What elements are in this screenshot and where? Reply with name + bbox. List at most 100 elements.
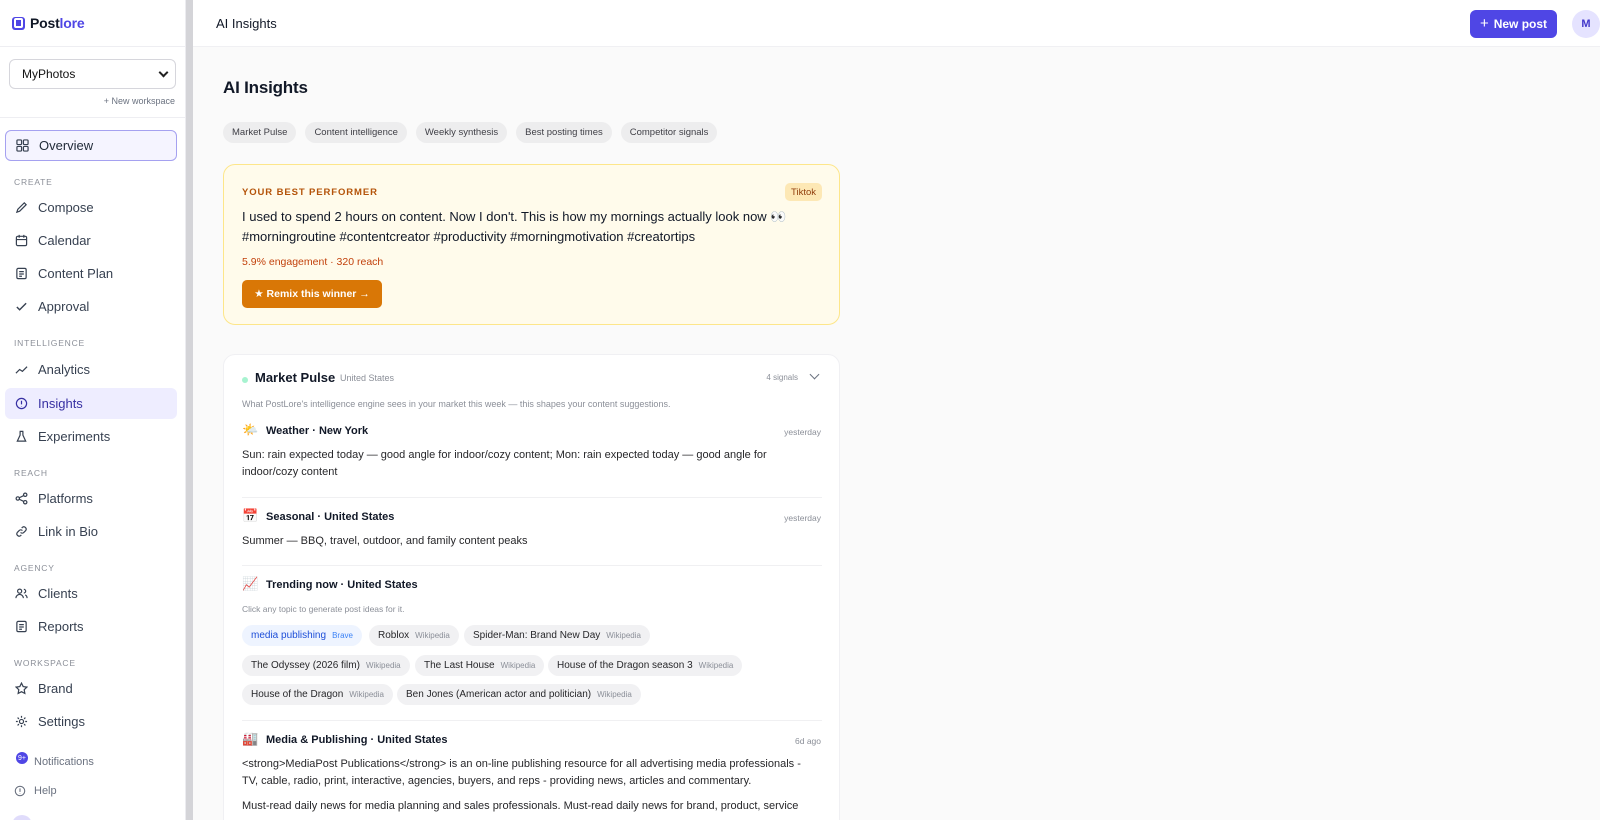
topic-chip[interactable]: House of the Dragon Wikipedia <box>242 684 393 705</box>
weather-icon: 🌤️ <box>242 423 259 438</box>
signal-trending-heading: 📈 Trending now · United States <box>242 577 418 593</box>
platform-badge: Tiktok <box>785 183 822 201</box>
nav-section-reach: REACH <box>14 468 48 478</box>
sidebar-item-label: Insights <box>38 396 83 411</box>
new-post-button[interactable]: + New post <box>1470 10 1557 38</box>
divider <box>242 565 822 566</box>
sidebar-item-label: Experiments <box>38 429 111 444</box>
sidebar-scrollbar[interactable] <box>186 0 193 820</box>
nav-section-workspace: WORKSPACE <box>14 658 76 668</box>
flask-icon <box>16 430 27 442</box>
insight-tabs: Market Pulse Content intelligence Weekly… <box>223 122 718 143</box>
market-pulse-description: What PostLore's intelligence engine sees… <box>242 399 671 409</box>
sidebar: Postlore MyPhotos + New workspace Overvi… <box>0 0 186 820</box>
brand-logo[interactable]: Postlore <box>0 0 185 47</box>
sidebar-item-label: Compose <box>38 200 94 215</box>
market-pulse-region: United States <box>340 373 395 383</box>
sidebar-item-compose[interactable]: Compose <box>5 192 177 223</box>
best-performer-text: I used to spend 2 hours on content. Now … <box>242 209 787 244</box>
market-pulse-card: Market Pulse United States 4 signals Wha… <box>223 354 840 820</box>
share-icon <box>15 492 28 505</box>
sidebar-item-label: Clients <box>38 586 78 601</box>
chevron-down-icon <box>158 67 169 77</box>
topic-chip[interactable]: Roblox Wikipedia <box>369 625 459 646</box>
tab-weekly-synthesis[interactable]: Weekly synthesis <box>415 122 508 143</box>
topic-chip[interactable]: media publishing Brave <box>242 625 362 646</box>
gear-icon <box>15 715 28 728</box>
sidebar-item-calendar[interactable]: Calendar <box>5 225 177 256</box>
help-link[interactable]: Help <box>14 785 57 797</box>
sidebar-item-label: Reports <box>38 619 84 634</box>
users-icon <box>15 588 28 599</box>
plus-icon: + <box>1479 15 1489 32</box>
tab-market-pulse[interactable]: Market Pulse <box>223 122 297 143</box>
divider <box>242 497 822 498</box>
status-dot <box>242 377 248 383</box>
new-post-label: New post <box>1493 17 1548 31</box>
topic-chip[interactable]: Spider-Man: Brand New Day Wikipedia <box>464 625 650 646</box>
grid-icon <box>16 139 29 152</box>
sidebar-item-label: Overview <box>39 138 94 153</box>
sidebar-item-label: Content Plan <box>38 266 114 281</box>
signal-title: Media & Publishing · United States <box>266 734 448 746</box>
sidebar-item-overview[interactable]: Overview <box>5 130 177 161</box>
sidebar-item-brand[interactable]: Brand <box>5 673 177 704</box>
sidebar-item-insights[interactable]: Insights <box>5 388 177 419</box>
new-workspace-link[interactable]: + New workspace <box>0 96 185 107</box>
nav-section-agency: AGENCY <box>14 563 55 573</box>
signal-title: Weather · New York <box>266 425 369 437</box>
sidebar-item-analytics[interactable]: Analytics <box>5 354 177 385</box>
tab-content-intelligence[interactable]: Content intelligence <box>305 122 407 143</box>
sidebar-item-reports[interactable]: Reports <box>5 611 177 642</box>
sidebar-avatar[interactable] <box>12 815 32 820</box>
best-performer-card: YOUR BEST PERFORMER Tiktok I used to spe… <box>223 164 840 325</box>
signal-seasonal-heading: 📅 Seasonal · United States <box>242 509 394 525</box>
signal-body: Must-read daily news for media planning … <box>242 800 799 812</box>
signals-count: 4 signals <box>766 373 798 382</box>
remix-button[interactable]: ★ Remix this winner → <box>242 280 382 308</box>
workspace-select-value: MyPhotos <box>22 67 76 81</box>
calendar-icon: 📅 <box>242 509 259 524</box>
sidebar-item-approval[interactable]: Approval <box>5 291 177 322</box>
signal-time: yesterday <box>784 427 821 437</box>
workspace-select[interactable]: MyPhotos <box>9 59 176 89</box>
info-icon <box>15 397 28 410</box>
avatar[interactable]: M <box>1572 10 1600 38</box>
nav-section-create: CREATE <box>14 177 53 187</box>
sidebar-item-platforms[interactable]: Platforms <box>5 483 177 514</box>
sidebar-item-settings[interactable]: Settings <box>5 706 177 737</box>
sidebar-item-label: Brand <box>38 681 73 696</box>
report-icon <box>16 620 27 633</box>
notifications-link[interactable]: 9+ Notifications <box>14 752 94 768</box>
notifications-label: Notifications <box>34 756 94 768</box>
sidebar-item-clients[interactable]: Clients <box>5 578 177 609</box>
sidebar-item-link-in-bio[interactable]: Link in Bio <box>5 516 177 547</box>
topic-chip[interactable]: House of the Dragon season 3 Wikipedia <box>548 655 743 676</box>
check-icon <box>16 302 27 311</box>
collapse-chevron-icon[interactable] <box>809 369 820 380</box>
brand-name: Postlore <box>30 15 85 31</box>
sidebar-item-label: Link in Bio <box>38 524 98 539</box>
link-icon <box>16 526 27 537</box>
nav-section-intelligence: INTELLIGENCE <box>14 338 86 348</box>
logo-icon <box>12 16 25 30</box>
sidebar-item-content-plan[interactable]: Content Plan <box>5 258 177 289</box>
topbar: AI Insights + New post M <box>193 0 1600 47</box>
notification-badge: 9+ <box>16 752 28 764</box>
topic-chip[interactable]: The Last House Wikipedia <box>415 655 545 676</box>
star-icon <box>15 682 28 695</box>
topic-chip[interactable]: The Odyssey (2026 film) Wikipedia <box>242 655 410 676</box>
signal-title: Seasonal · United States <box>266 511 395 523</box>
sidebar-item-experiments[interactable]: Experiments <box>5 421 177 452</box>
tab-competitor-signals[interactable]: Competitor signals <box>620 122 718 143</box>
help-icon <box>14 785 26 797</box>
factory-icon: 🏭 <box>242 732 259 747</box>
trend-icon <box>15 366 28 374</box>
document-icon <box>16 267 27 280</box>
bell-icon: 9+ <box>14 752 28 768</box>
signal-weather-heading: 🌤️ Weather · New York <box>242 423 368 439</box>
signal-body: <strong>MediaPost Publications</strong> … <box>242 758 801 787</box>
topic-chip[interactable]: Ben Jones (American actor and politician… <box>397 684 641 705</box>
tab-best-posting-times[interactable]: Best posting times <box>516 122 612 143</box>
signal-time: yesterday <box>784 513 821 523</box>
